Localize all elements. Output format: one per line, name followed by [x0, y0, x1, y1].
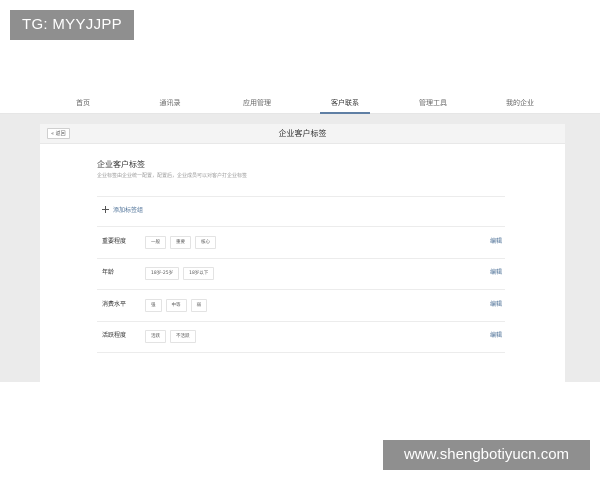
nav-item-customer-contact[interactable]: 客户联系	[315, 92, 375, 114]
tag-group-label: 年龄	[102, 269, 115, 276]
edit-link[interactable]: 编辑	[490, 329, 502, 343]
nav-item-contacts[interactable]: 通讯录	[140, 92, 200, 113]
tag-group-row: 消费水平 强 中等 弱 编辑	[97, 298, 505, 312]
tag-chip[interactable]: 弱	[190, 299, 207, 312]
edit-link[interactable]: 编辑	[490, 235, 502, 249]
edit-link[interactable]: 编辑	[490, 266, 502, 280]
plus-icon	[102, 206, 109, 213]
tag-chip[interactable]: 一般	[145, 236, 166, 249]
card-title: 企业客户标签	[278, 129, 327, 138]
tag-group-label: 重要程度	[102, 238, 127, 245]
tag-chip[interactable]: 强	[145, 299, 162, 312]
tag-chip[interactable]: 核心	[195, 236, 216, 249]
card-header: « 返回 企业客户标签	[40, 124, 565, 144]
section-description: 企业标签由企业统一配置，配置后，企业成员可以对客户打企业标签	[97, 173, 248, 179]
tag-group-row: 重要程度 一般 重要 核心 编辑	[97, 235, 505, 249]
tag-list: 活跃 不活跃	[145, 330, 196, 343]
tag-chip[interactable]: 18岁-25岁	[145, 267, 180, 280]
tag-group-label: 活跃程度	[102, 332, 127, 339]
tag-chip[interactable]: 活跃	[145, 330, 166, 343]
divider	[97, 196, 505, 197]
section-title: 企业客户标签	[97, 160, 145, 169]
top-navigation: 首页 通讯录 应用管理 客户联系 管理工具 我的企业	[0, 92, 600, 114]
watermark-bottom-right: www.shengbotiyucn.com	[383, 440, 590, 470]
tag-chip[interactable]: 重要	[170, 236, 191, 249]
add-tag-group-label: 添加标签组	[113, 207, 144, 214]
divider	[97, 258, 505, 259]
tag-chip[interactable]: 18岁以下	[183, 267, 215, 280]
nav-item-my-enterprise[interactable]: 我的企业	[490, 92, 550, 113]
edit-link[interactable]: 编辑	[490, 298, 502, 312]
tag-chip[interactable]: 不活跃	[170, 330, 196, 343]
watermark-top-left: TG: MYYJJPP	[10, 10, 134, 40]
tag-group-row: 活跃程度 活跃 不活跃 编辑	[97, 329, 505, 343]
tag-list: 强 中等 弱	[145, 299, 207, 312]
divider	[97, 352, 505, 353]
divider	[97, 321, 505, 322]
tag-group-row: 年龄 18岁-25岁 18岁以下 编辑	[97, 266, 505, 280]
nav-item-home[interactable]: 首页	[53, 92, 113, 113]
add-tag-group-button[interactable]: 添加标签组	[102, 205, 143, 217]
divider	[97, 289, 505, 290]
nav-item-app-management[interactable]: 应用管理	[227, 92, 287, 113]
tag-group-label: 消费水平	[102, 301, 127, 308]
nav-item-management-tools[interactable]: 管理工具	[403, 92, 463, 113]
tag-chip[interactable]: 中等	[165, 299, 187, 312]
tag-list: 18岁-25岁 18岁以下	[145, 267, 215, 280]
divider	[97, 226, 505, 227]
tag-list: 一般 重要 核心	[145, 236, 216, 249]
tag-management-card: « 返回 企业客户标签 企业客户标签 企业标签由企业统一配置，配置后，企业成员可…	[40, 124, 565, 382]
